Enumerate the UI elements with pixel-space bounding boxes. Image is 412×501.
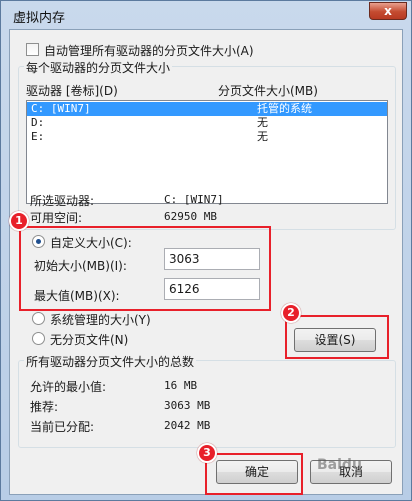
drives-group-title: 每个驱动器的分页文件大小 xyxy=(24,59,173,76)
min-allowed-value: 16 MB xyxy=(164,379,198,392)
window-title: 虚拟内存 xyxy=(13,11,66,26)
column-header-drive: 驱动器 [卷标](D) xyxy=(26,84,118,98)
drive-listbox[interactable]: C: [WIN7] 托管的系统 D: 无 E: 无 xyxy=(26,100,388,204)
free-space-value: 62950 MB xyxy=(164,210,217,223)
drive-row-e[interactable]: E: 无 xyxy=(27,130,387,144)
title-bar[interactable]: 虚拟内存 x xyxy=(1,1,411,29)
selected-drive-value: C: [WIN7] xyxy=(164,193,224,206)
drive-row-d[interactable]: D: 无 xyxy=(27,116,387,130)
step-badge-1: 1 xyxy=(9,211,29,231)
drive-name: E: xyxy=(31,130,45,143)
system-managed-radio[interactable] xyxy=(32,312,45,325)
drive-row-c[interactable]: C: [WIN7] 托管的系统 xyxy=(27,102,387,116)
auto-manage-label[interactable]: 自动管理所有驱动器的分页文件大小(A) xyxy=(44,42,254,59)
allocated-value: 2042 MB xyxy=(164,419,211,432)
free-space-label: 可用空间: xyxy=(30,211,83,225)
drive-name: D: xyxy=(31,116,45,129)
system-managed-label[interactable]: 系统管理的大小(Y) xyxy=(50,311,151,328)
highlight-box-custom-size xyxy=(19,226,271,311)
highlight-box-ok-button xyxy=(205,453,303,495)
drive-size: 无 xyxy=(257,116,268,129)
auto-manage-checkbox[interactable] xyxy=(26,43,39,56)
allocated-label: 当前已分配: xyxy=(30,420,95,434)
recommended-value: 3063 MB xyxy=(164,399,211,412)
no-paging-file-radio[interactable] xyxy=(32,332,45,345)
column-header-size: 分页文件大小(MB) xyxy=(218,84,318,98)
drive-size: 托管的系统 xyxy=(257,102,312,115)
step-badge-3: 3 xyxy=(197,443,217,463)
totals-group-title: 所有驱动器分页文件大小的总数 xyxy=(24,353,197,370)
min-allowed-label: 允许的最小值: xyxy=(30,380,107,394)
close-button[interactable]: x xyxy=(369,2,407,20)
virtual-memory-window: 虚拟内存 x 自动管理所有驱动器的分页文件大小(A) 每个驱动器的分页文件大小 … xyxy=(0,0,412,501)
watermark: Baidu xyxy=(317,457,362,473)
highlight-box-set-button xyxy=(285,315,389,359)
drive-size: 无 xyxy=(257,130,268,143)
recommended-label: 推荐: xyxy=(30,400,59,414)
drive-name: C: [WIN7] xyxy=(31,102,91,115)
selected-drive-label: 所选驱动器: xyxy=(30,194,95,208)
step-badge-2: 2 xyxy=(281,303,301,323)
no-paging-file-label[interactable]: 无分页文件(N) xyxy=(50,331,128,348)
